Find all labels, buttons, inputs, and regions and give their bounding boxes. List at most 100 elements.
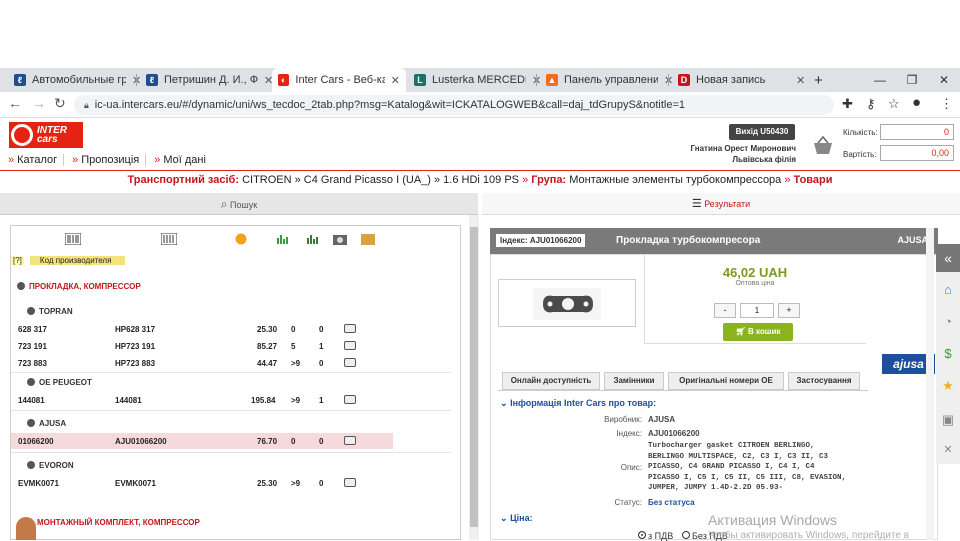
camera-icon[interactable]	[333, 233, 347, 245]
cost-label: Вартість:	[843, 150, 877, 159]
maximize-icon[interactable]: ❐	[896, 68, 928, 92]
tab-oe-numbers[interactable]: Оригінальні номери ОЕ	[668, 372, 784, 390]
collapse-sidebar-button[interactable]: «	[936, 244, 960, 272]
table-row[interactable]: 144081 144081 195.84 >9 1	[11, 392, 393, 408]
product-image[interactable]	[498, 279, 636, 327]
browser-tab-2[interactable]: ℓ Петришин Д. И., ФЛ-П ✕	[140, 68, 279, 92]
brand-ajusa[interactable]: AJUSA	[27, 418, 66, 428]
table-row[interactable]: EVMK0071 EVMK0071 25.30 >9 0	[11, 475, 393, 491]
table-row-selected[interactable]: 01066200 AJU01066200 76.70 0 0	[11, 433, 393, 449]
price-section-header[interactable]: ⌄ Ціна:	[500, 513, 533, 524]
photo-icon[interactable]	[344, 478, 356, 487]
star-icon[interactable]: ☆	[888, 96, 900, 112]
nav-my-data[interactable]: » Мої дані	[154, 154, 212, 166]
info-section-header[interactable]: ⌄ Інформація Inter Cars про товар:	[500, 398, 656, 409]
price-coin-icon[interactable]	[235, 233, 249, 245]
cart-quantity-field: 0	[880, 124, 954, 140]
side-toolbar: ⌂ ◔ $ ★ ▣ ✕	[936, 244, 960, 464]
vehicle-path[interactable]: CITROEN » C4 Grand Picasso I (UA_) » 1.6…	[242, 174, 519, 186]
site-favicon-icon: D	[678, 74, 690, 86]
brand-evoron[interactable]: EVORON	[27, 460, 74, 470]
logout-button[interactable]: Вихід U50430	[729, 124, 795, 140]
stock-bars-2-icon[interactable]	[307, 233, 321, 245]
star-icon[interactable]: ★	[936, 374, 960, 398]
photo-icon[interactable]	[344, 358, 356, 367]
close-tab-icon[interactable]: ✕	[391, 74, 400, 87]
table-row[interactable]: 628 317 HP628 317 25.30 0 0	[11, 321, 393, 337]
nav-catalog[interactable]: » Каталог	[8, 154, 65, 166]
photo-icon[interactable]	[344, 341, 356, 350]
intercars-logo[interactable]: INTER cars	[9, 122, 83, 148]
vehicle-breadcrumb: Транспортний засіб: CITROEN » C4 Grand P…	[127, 174, 833, 186]
collapse-icon	[27, 378, 35, 386]
list-scrollbar[interactable]	[469, 215, 479, 540]
browser-tab-1[interactable]: ℓ Автомобильные грузо ✕	[8, 68, 147, 92]
brand-oe-peugeot[interactable]: OE PEUGEOT	[27, 377, 92, 387]
windows-activation-watermark: Активация Windows	[708, 512, 838, 528]
qty-plus-button[interactable]: +	[778, 303, 800, 318]
tab-application[interactable]: Застосування	[788, 372, 860, 390]
barcode-ref-icon[interactable]	[160, 232, 178, 246]
close-icon[interactable]: ✕	[936, 438, 960, 462]
add-to-cart-button[interactable]: 🛒︎ В кошик	[723, 323, 793, 341]
minimize-icon[interactable]: —	[864, 68, 896, 92]
photo-icon[interactable]	[344, 436, 356, 445]
qty-input[interactable]: 1	[740, 303, 774, 318]
product-price: 46,02 UAH	[722, 265, 788, 280]
new-tab-button[interactable]: +	[808, 68, 829, 92]
section-gasket[interactable]: ПРОКЛАДКА, КОМПРЕССОР	[17, 281, 141, 291]
goods-link[interactable]: Товари	[794, 174, 833, 186]
photo-icon[interactable]	[344, 395, 356, 404]
profile-icon[interactable]: ●	[912, 94, 921, 111]
collapse-icon	[27, 307, 35, 315]
lock-icon[interactable]: ▣	[936, 408, 960, 432]
home-icon[interactable]: ⌂	[936, 278, 960, 302]
group-name[interactable]: Монтажные элементы турбокомпрессора	[569, 174, 781, 186]
index-value: AJU01066200	[648, 429, 700, 438]
lock-icon: 🔒︎	[84, 99, 89, 110]
list-icon: ☰	[691, 198, 702, 210]
search-tab[interactable]: ⌕ Пошук	[0, 193, 478, 215]
nav-offers[interactable]: » Пропозиція	[72, 154, 147, 166]
photo-icon[interactable]	[344, 324, 356, 333]
extension-icon[interactable]: ✚	[842, 96, 853, 112]
timer-icon[interactable]: ◔	[936, 310, 960, 334]
user-info: Гнатина Орест Миронович Львівська філія	[690, 144, 796, 164]
basket-icon[interactable]	[812, 135, 834, 156]
browser-tab-4[interactable]: L Lusterka MERCEDES AC ✕	[408, 68, 547, 92]
address-bar: ← → ↻ 🔒︎ ic-ua.intercars.eu/#/dynamic/un…	[0, 92, 960, 118]
product-card-header: Індекс: AJU01066200 Прокладка турбокомпр…	[490, 228, 938, 254]
browser-tab-intercars[interactable]: ◐ Inter Cars - Веб-катало ✕	[272, 68, 406, 92]
reload-icon[interactable]: ↻	[54, 95, 66, 112]
table-row[interactable]: 723 191 HP723 191 85.27 5 1	[11, 338, 393, 354]
dollar-icon[interactable]: $	[936, 342, 960, 366]
section-mounting-kit[interactable]: МОНТАЖНЫЙ КОМПЛЕКТ, КОМПРЕССОР	[25, 517, 200, 527]
brand-topran[interactable]: TOPRAN	[27, 306, 73, 316]
results-tab[interactable]: ☰ Результати	[482, 193, 960, 215]
qty-minus-button[interactable]: -	[714, 303, 736, 318]
forward-icon[interactable]: →	[32, 95, 46, 111]
logo-mark-icon	[11, 124, 33, 146]
table-row[interactable]: 723 883 HP723 883 44.47 >9 0	[11, 355, 393, 371]
browser-tab-bar: ℓ Автомобильные грузо ✕ ℓ Петришин Д. И.…	[0, 68, 960, 92]
stock-bars-icon[interactable]	[277, 233, 291, 245]
maker-value: AJUSA	[648, 415, 676, 424]
menu-icon[interactable]: ⋮	[940, 96, 953, 112]
box-icon[interactable]	[361, 233, 375, 245]
browser-tab-5[interactable]: ▲ Панель управления | S ✕	[540, 68, 679, 92]
product-description: Turbocharger gasket CITROEN BERLINGO, BE…	[648, 442, 847, 493]
intercars-favicon-icon: ◐	[278, 74, 290, 86]
browser-tab-6[interactable]: D Новая запись ✕	[672, 68, 811, 92]
tab-substitutes[interactable]: Замінники	[604, 372, 664, 390]
quantity-label: Кількість:	[843, 128, 878, 137]
tab-online-availability[interactable]: Онлайн доступність	[502, 372, 600, 390]
card-scrollbar[interactable]	[926, 228, 934, 540]
url-field[interactable]: 🔒︎ ic-ua.intercars.eu/#/dynamic/uni/ws_t…	[74, 95, 834, 115]
barcode-icon[interactable]	[64, 232, 82, 246]
key-icon[interactable]: ⚷	[866, 96, 876, 112]
close-window-icon[interactable]: ✕	[928, 68, 960, 92]
status-value: Без статуса	[648, 498, 695, 507]
back-icon[interactable]: ←	[8, 95, 22, 111]
cart-icon: 🛒︎	[735, 327, 746, 336]
close-tab-icon[interactable]: ✕	[796, 74, 805, 87]
